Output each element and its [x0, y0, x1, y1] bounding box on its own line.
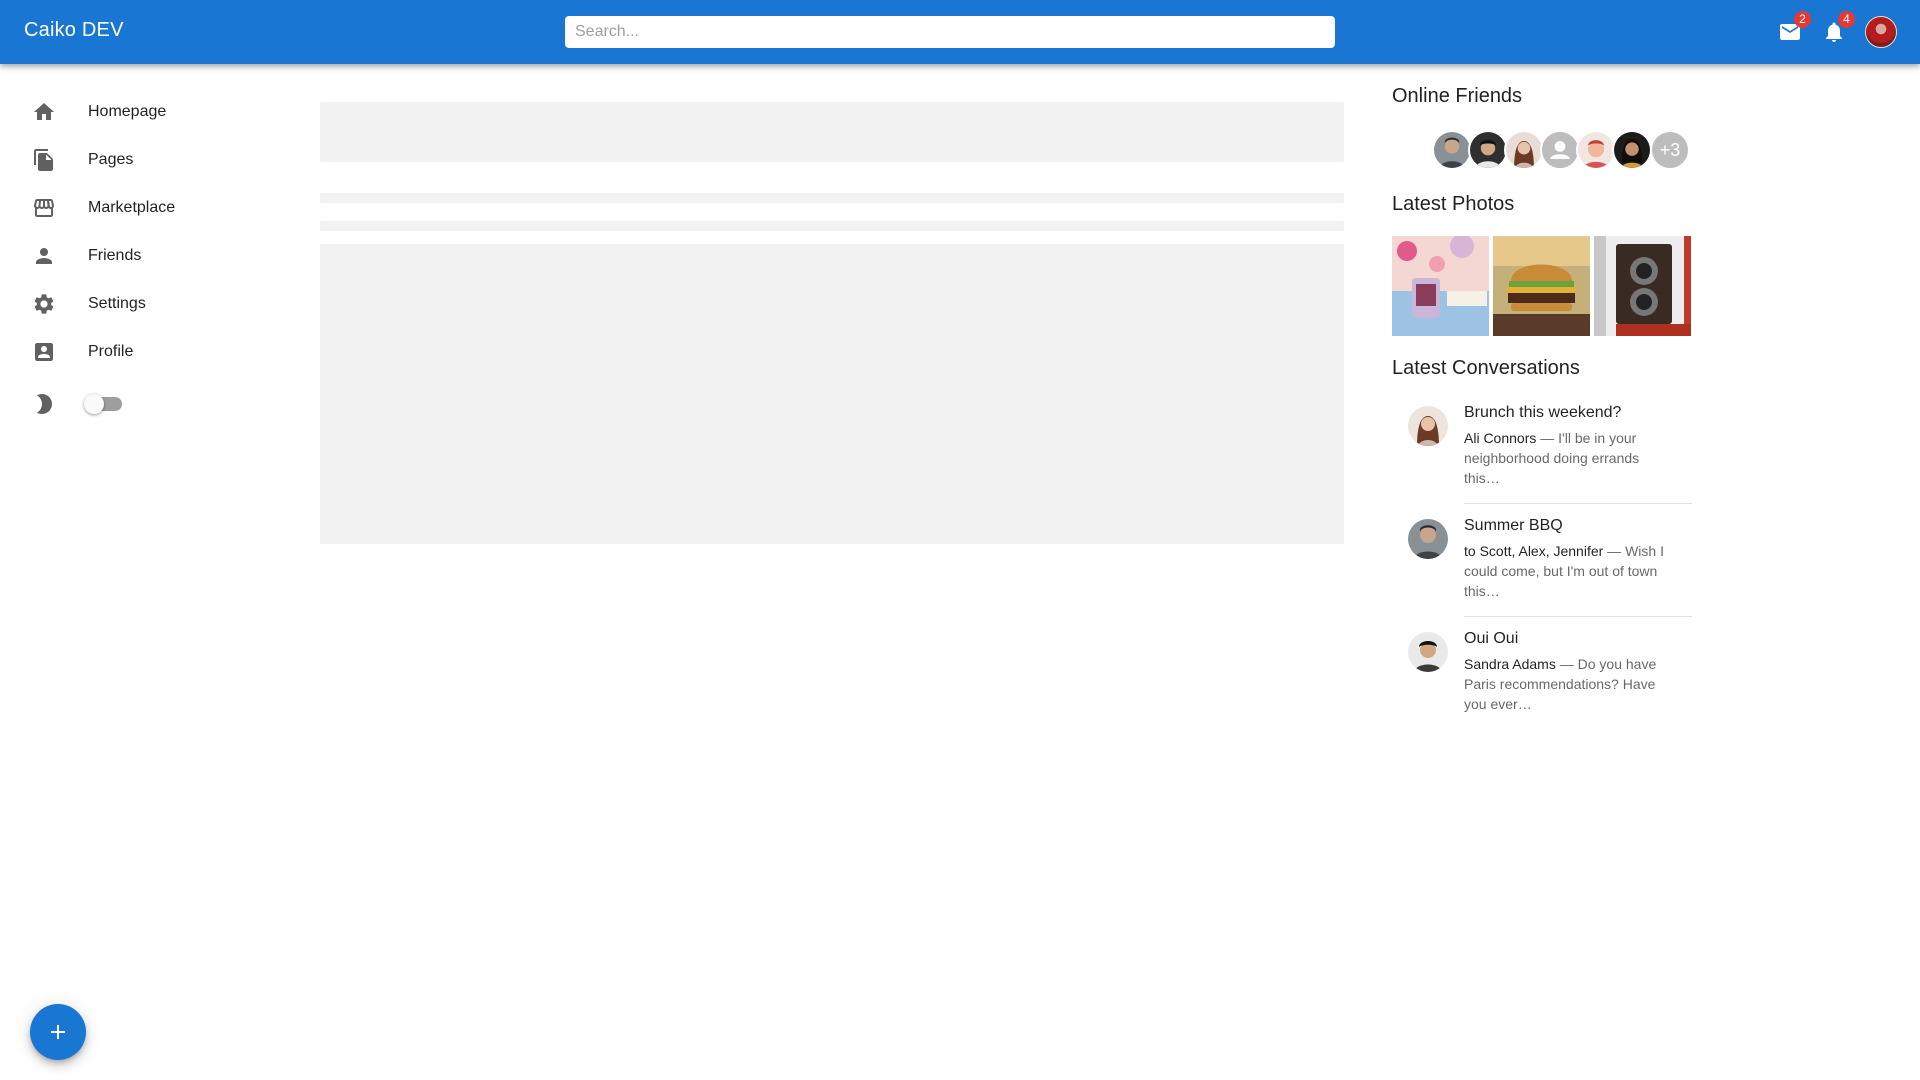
sidebar-item-label: Marketplace — [88, 199, 176, 216]
conversation-title: Summer BBQ — [1464, 517, 1563, 534]
conversation-item[interactable]: Summer BBQ to Scott, Alex, Jennifer — Wi… — [1392, 505, 1692, 617]
photo-thumbnail-flowers[interactable] — [1392, 236, 1489, 336]
sidebar-item-label: Pages — [88, 151, 134, 168]
conversation-preview: Ali Connors — I'll be in your neighborho… — [1464, 428, 1674, 488]
messages-button[interactable]: 2 — [1776, 11, 1811, 46]
photo-thumbnail-burger[interactable] — [1493, 236, 1590, 336]
online-friends-title: Online Friends — [1392, 85, 1523, 107]
sidebar-item-marketplace[interactable]: Marketplace — [16, 184, 276, 232]
skeleton-card — [320, 244, 1344, 544]
user-avatar[interactable] — [1865, 16, 1897, 48]
conversation-sender: Ali Connors — [1464, 430, 1537, 446]
conversation-title: Brunch this weekend? — [1464, 404, 1622, 421]
sidebar-item-label: Profile — [88, 343, 134, 360]
divider — [1464, 616, 1692, 617]
gear-icon — [32, 292, 56, 316]
dark-mode-row — [16, 384, 276, 424]
conversation-sender: Sandra Adams — [1464, 656, 1556, 672]
sidebar-item-label: Settings — [88, 295, 146, 312]
friend-avatar[interactable] — [1468, 130, 1508, 170]
conversation-preview: Sandra Adams — Do you have Paris recomme… — [1464, 654, 1674, 714]
conversation-sender: to Scott, Alex, Jennifer — [1464, 543, 1604, 559]
conversation-item[interactable]: Oui Oui Sandra Adams — Do you have Paris… — [1392, 618, 1692, 730]
skeleton-line — [320, 221, 1344, 231]
notifications-badge: 4 — [1838, 11, 1855, 28]
more-friends-button[interactable]: +3 — [1650, 130, 1690, 170]
person-icon — [32, 244, 56, 268]
skeleton-line — [320, 193, 1344, 203]
friend-avatar[interactable] — [1576, 130, 1616, 170]
sidebar-item-profile[interactable]: Profile — [16, 328, 276, 376]
app-bar: Caiko DEV 2 4 — [0, 0, 1920, 64]
notifications-button[interactable]: 4 — [1820, 11, 1855, 46]
conversation-title: Oui Oui — [1464, 630, 1519, 647]
skeleton-header — [320, 102, 1344, 162]
dark-mode-toggle[interactable] — [84, 394, 122, 414]
home-icon — [32, 100, 56, 124]
sidebar-item-settings[interactable]: Settings — [16, 280, 276, 328]
messages-badge: 2 — [1794, 11, 1811, 28]
conversation-item[interactable]: Brunch this weekend? Ali Connors — I'll … — [1392, 392, 1692, 496]
storefront-icon — [32, 196, 56, 220]
divider — [1464, 503, 1692, 504]
friend-avatar[interactable] — [1504, 130, 1544, 170]
add-button[interactable] — [30, 1004, 86, 1060]
sidebar-item-homepage[interactable]: Homepage — [16, 88, 276, 136]
file-copy-icon — [32, 148, 56, 172]
sidebar-item-friends[interactable]: Friends — [16, 232, 276, 280]
sidebar-item-label: Friends — [88, 247, 142, 264]
plus-icon — [51, 1025, 65, 1039]
friend-avatar[interactable] — [1612, 130, 1652, 170]
latest-photos-title: Latest Photos — [1392, 193, 1515, 215]
moon-icon — [32, 392, 56, 416]
friend-avatar[interactable] — [1432, 130, 1472, 170]
latest-conversations-title: Latest Conversations — [1392, 357, 1580, 379]
search-input[interactable] — [565, 16, 1335, 48]
app-title[interactable]: Caiko DEV — [24, 19, 124, 42]
conversation-avatar — [1408, 406, 1448, 446]
conversation-avatar — [1408, 632, 1448, 672]
sidebar-item-pages[interactable]: Pages — [16, 136, 276, 184]
photo-thumbnail-camera[interactable] — [1594, 236, 1691, 336]
conversation-avatar — [1408, 519, 1448, 559]
sidebar-item-label: Homepage — [88, 103, 167, 120]
account-box-icon — [32, 340, 56, 364]
conversation-preview: to Scott, Alex, Jennifer — Wish I could … — [1464, 541, 1674, 601]
friend-avatar-placeholder[interactable] — [1540, 130, 1580, 170]
toggle-thumb — [84, 394, 104, 414]
